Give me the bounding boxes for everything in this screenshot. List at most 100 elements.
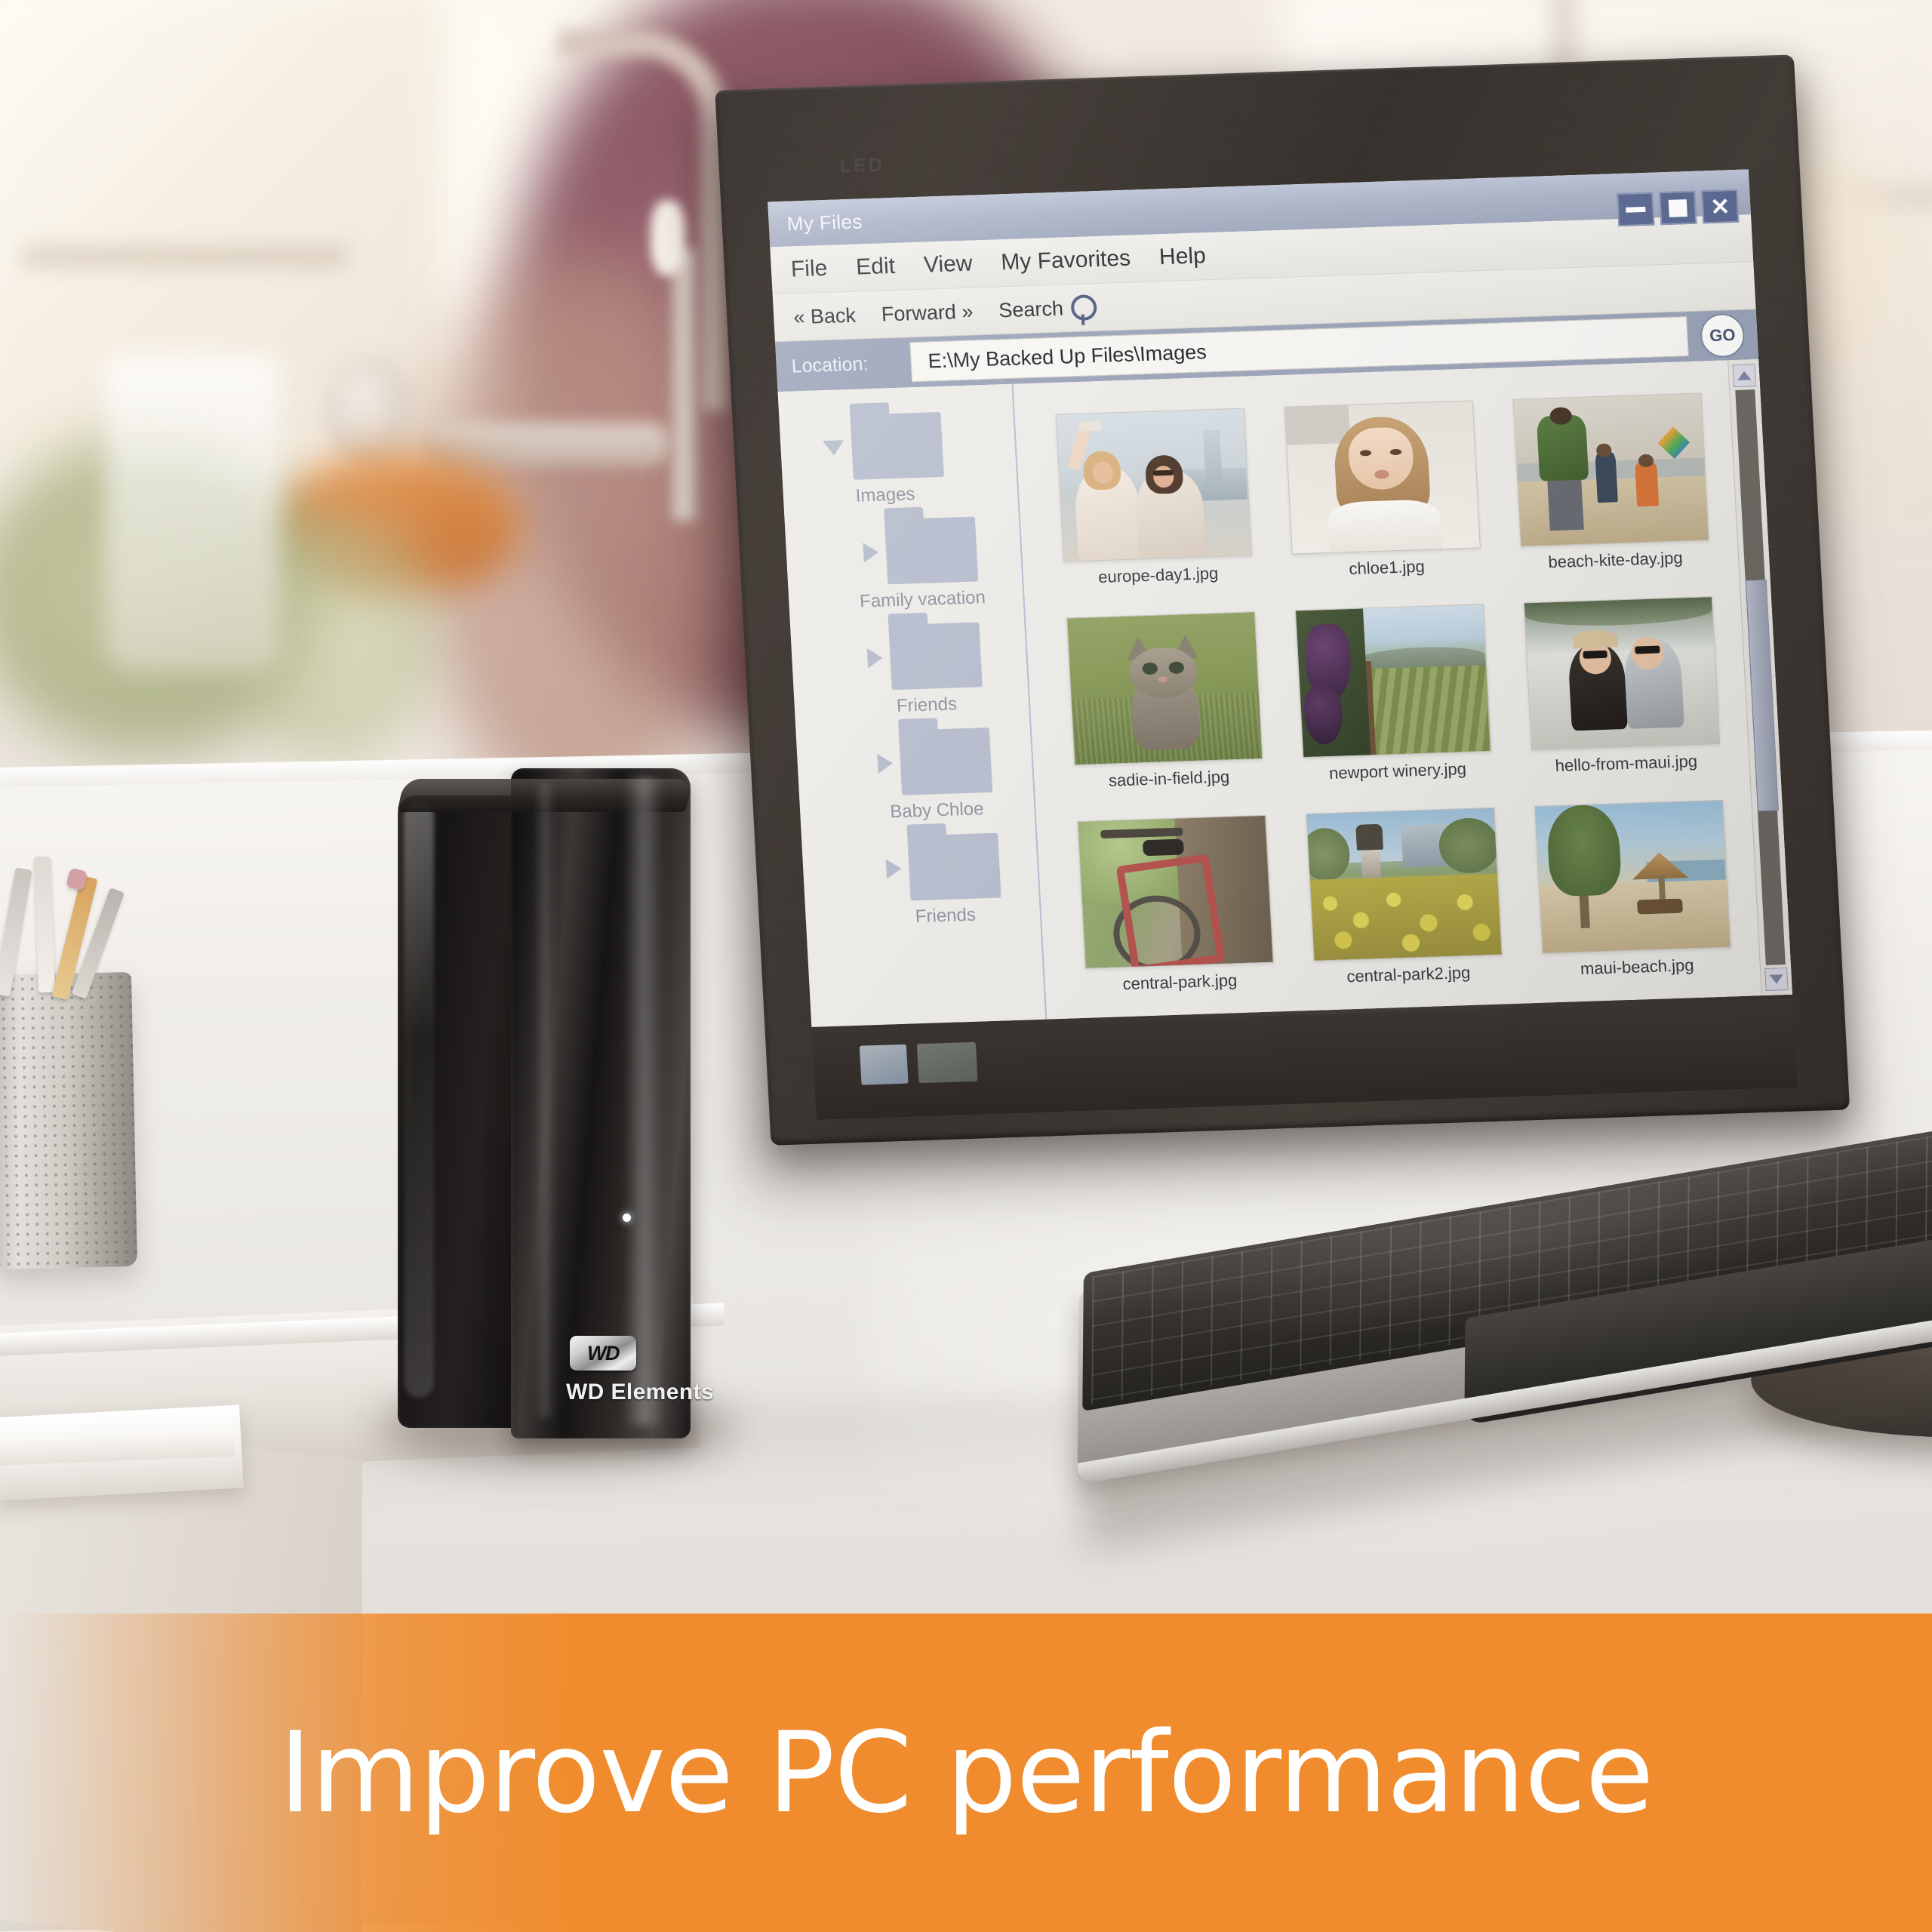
drive-gloss-highlight-secondary — [535, 783, 555, 1417]
minimize-icon — [1626, 206, 1646, 213]
file-thumbnail — [1076, 814, 1274, 969]
photo-beach-kite — [1513, 393, 1709, 546]
forward-button-label: Forward » — [881, 300, 974, 325]
photo-europe — [1056, 408, 1251, 561]
folder-icon — [850, 411, 944, 480]
background-cabinet-line — [23, 249, 347, 264]
pencil-cup — [0, 972, 138, 1269]
menu-item-my-favorites[interactable]: My Favorites — [1001, 246, 1131, 276]
file-item[interactable]: chloe1.jpg — [1269, 400, 1498, 606]
file-item[interactable]: hello-from-maui.jpg — [1509, 596, 1737, 802]
file-item[interactable]: europe-day1.jpg — [1041, 408, 1269, 614]
file-name: maui-beach.jpg — [1580, 955, 1695, 979]
file-thumbnail — [1305, 807, 1503, 961]
chevron-right-icon[interactable] — [885, 858, 903, 879]
folder-icon — [898, 727, 993, 795]
maximize-icon — [1668, 198, 1687, 217]
minimize-button[interactable] — [1617, 192, 1655, 227]
file-item[interactable]: central-park.jpg — [1062, 814, 1291, 1020]
go-button[interactable]: GO — [1699, 312, 1746, 358]
tree-item-label: Baby Chloe — [889, 798, 985, 823]
scroll-down-button[interactable] — [1764, 968, 1789, 991]
forward-button[interactable]: Forward » — [881, 300, 974, 326]
back-button[interactable]: « Back — [793, 303, 857, 329]
photo-tulips-statue — [1305, 808, 1502, 961]
search-button[interactable]: Search — [998, 294, 1097, 323]
monitor-screen: My Files File Edit View My Favorites Hel… — [768, 169, 1792, 1027]
tree-item-family-vacation[interactable]: Family vacation — [818, 515, 1023, 614]
tree-item-label: Family vacation — [859, 587, 986, 612]
file-name: sadie-in-field.jpg — [1108, 767, 1230, 790]
tree-item-label: Friends — [915, 904, 977, 928]
chevron-right-icon[interactable] — [866, 648, 884, 669]
menu-item-file[interactable]: File — [790, 256, 828, 283]
file-name: europe-day1.jpg — [1097, 563, 1219, 587]
folder-icon — [884, 516, 979, 585]
chevron-right-icon[interactable] — [877, 753, 894, 774]
file-thumbnail — [1294, 604, 1491, 758]
photo-maui-beach — [1534, 800, 1730, 953]
folder-tree: Images Family vacation Friends Baby Chlo… — [777, 383, 1048, 1027]
file-item[interactable]: central-park2.jpg — [1291, 807, 1519, 1013]
photo-kitten — [1066, 612, 1262, 765]
drive-gloss-highlight — [624, 776, 663, 1425]
pencil-cup-mesh — [0, 972, 138, 1269]
file-thumbnail — [1284, 400, 1481, 555]
file-name: central-park2.jpg — [1346, 962, 1471, 986]
product-photo-scene: LED My Files File Edit View My Favorites… — [0, 0, 1932, 1932]
scroll-up-button[interactable] — [1732, 364, 1757, 388]
file-name: chloe1.jpg — [1348, 556, 1426, 579]
menu-item-help[interactable]: Help — [1158, 243, 1206, 270]
tree-item-label: Friends — [896, 694, 958, 717]
menu-item-edit[interactable]: Edit — [855, 254, 895, 281]
photo-chloe — [1284, 401, 1480, 554]
computer-monitor: LED My Files File Edit View My Favorites… — [690, 54, 1932, 1453]
thumbnail-grid: europe-day1.jpg chloe1.jpg beach-kite-da… — [1013, 360, 1761, 1019]
file-thumbnail — [1534, 799, 1731, 954]
wd-logo-badge: WD — [570, 1336, 636, 1371]
tree-row — [884, 832, 1001, 902]
window-body: Images Family vacation Friends Baby Chlo… — [777, 358, 1792, 1027]
search-button-label: Search — [998, 297, 1064, 321]
back-button-label: « Back — [792, 303, 857, 328]
tree-item-baby-chloe[interactable]: Baby Chloe — [835, 726, 1035, 824]
photo-winery — [1295, 605, 1491, 758]
magnifier-icon — [1069, 294, 1097, 321]
file-name: newport winery.jpg — [1328, 759, 1467, 783]
monitor-led-label: LED — [839, 154, 885, 177]
tree-item-images[interactable]: Images — [768, 410, 1018, 510]
marketing-banner: Improve PC performance — [0, 1614, 1932, 1932]
file-item[interactable]: newport winery.jpg — [1280, 604, 1509, 810]
file-name: hello-from-maui.jpg — [1555, 751, 1698, 776]
tree-row — [862, 516, 979, 585]
banner-headline: Improve PC performance — [278, 1708, 1654, 1838]
background-glass-tumbler — [106, 355, 279, 672]
folder-icon — [907, 832, 1001, 901]
faucet-highlight — [651, 200, 685, 275]
photo-bicycle — [1077, 815, 1273, 969]
wd-logo-text: WD — [587, 1341, 620, 1364]
menu-item-view[interactable]: View — [923, 251, 973, 278]
window-title: My Files — [786, 209, 863, 235]
file-pane: europe-day1.jpg chloe1.jpg beach-kite-da… — [1013, 358, 1792, 1020]
file-thumbnail — [1512, 392, 1709, 547]
tree-row — [866, 622, 983, 691]
triangle-down-icon — [1769, 974, 1784, 984]
close-icon: ✕ — [1709, 192, 1731, 220]
file-item[interactable]: maui-beach.jpg — [1519, 799, 1748, 1005]
chevron-down-icon[interactable] — [823, 440, 845, 457]
tree-row — [876, 727, 993, 796]
close-button[interactable]: ✕ — [1701, 189, 1740, 224]
energy-label-sticker — [859, 1044, 909, 1085]
faucet-stem — [672, 249, 697, 521]
file-item[interactable]: sadie-in-field.jpg — [1051, 611, 1280, 817]
wd-elements-external-drive: WD WD Elements — [378, 768, 733, 1464]
file-item[interactable]: beach-kite-day.jpg — [1497, 392, 1726, 598]
tree-item-friends-1[interactable]: Friends — [820, 620, 1029, 719]
tree-item-friends-2[interactable]: Friends — [847, 832, 1040, 930]
photo-maui-couple — [1524, 597, 1719, 750]
triangle-up-icon — [1737, 371, 1752, 380]
chevron-right-icon[interactable] — [863, 542, 879, 563]
maximize-button[interactable] — [1659, 190, 1697, 226]
faucet-handle — [423, 423, 672, 466]
